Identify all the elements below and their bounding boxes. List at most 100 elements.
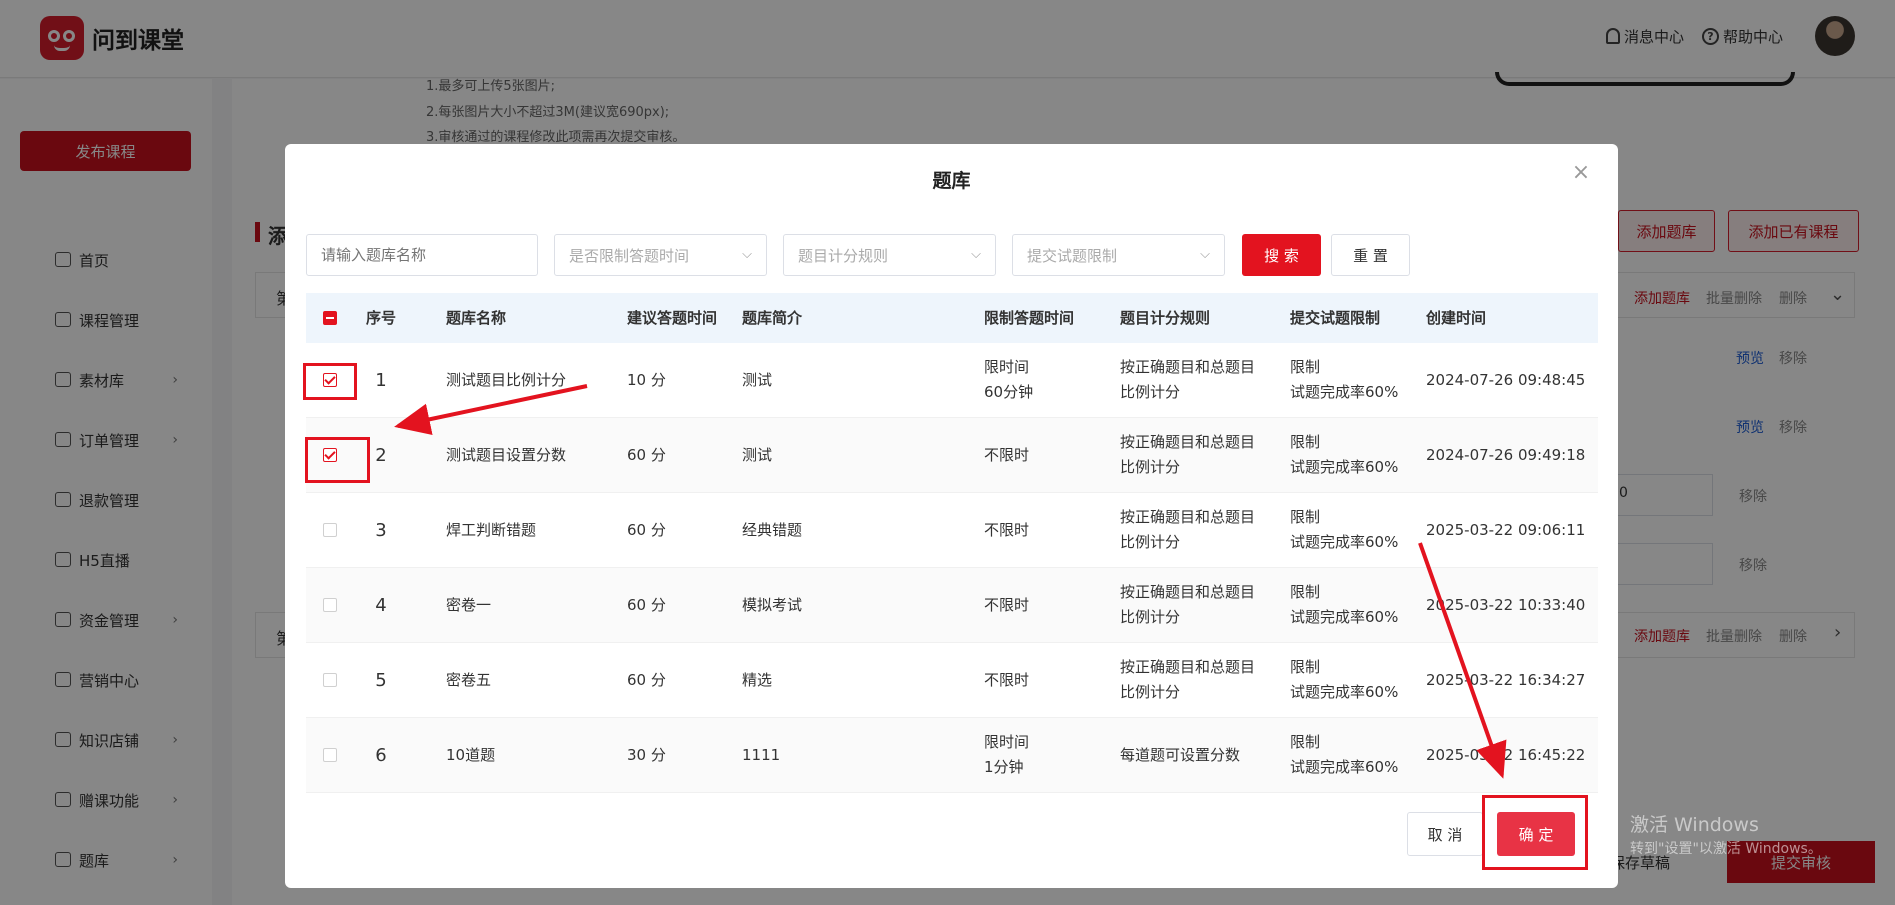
submit-limit-line: 限制 <box>1290 508 1321 526</box>
close-icon[interactable]: × <box>1570 162 1592 184</box>
score-rule-line: 按正确题目和总题目 <box>1120 583 1256 601</box>
score-rule-line: 按正确题目和总题目 <box>1120 433 1256 451</box>
table-row[interactable]: 5 密卷五 60 分精选 不限时 按正确题目和总题目 比例计分 限制 试题完成率60% 2025… <box>306 643 1598 718</box>
suggested-time: 60 分 <box>627 445 666 464</box>
row-index: 1 <box>375 369 387 391</box>
column-header: 题库名称 <box>446 308 507 327</box>
search-button[interactable]: 搜 索 <box>1242 234 1321 276</box>
limit-time-line: 不限时 <box>984 520 1030 539</box>
row-index: 3 <box>375 519 387 541</box>
submit-limit-line: 试题完成率60% <box>1290 458 1399 476</box>
limit-time-line: 60分钟 <box>984 383 1034 401</box>
score-rule-line: 比例计分 <box>1120 683 1181 701</box>
bank-name: 测试题目比例计分 <box>446 370 567 389</box>
cancel-button[interactable]: 取 消 <box>1407 812 1483 856</box>
limit-time-cell: 不限时 <box>984 643 1104 717</box>
submit-limit-select-label: 提交试题限制 <box>1027 246 1118 265</box>
created-time: 2024-07-26 09:49:18 <box>1426 445 1586 464</box>
score-rule-line: 每道题可设置分数 <box>1120 745 1241 764</box>
reset-button[interactable]: 重 置 <box>1331 234 1410 276</box>
limit-time-line: 不限时 <box>984 445 1030 464</box>
score-rule-line: 比例计分 <box>1120 608 1181 626</box>
windows-watermark: 激活 Windows <box>1630 814 1759 836</box>
chevron-down-icon: ⌵ <box>1200 247 1210 262</box>
submit-limit-line: 试题完成率60% <box>1290 383 1399 401</box>
submit-limit-select[interactable]: 提交试题限制 ⌵ <box>1012 234 1225 276</box>
table-header: 序号 题库名称 建议答题时间 题库简介 限制答题时间 题目计分规则 提交试题限制… <box>306 293 1598 343</box>
submit-limit-cell: 限制 试题完成率60% <box>1290 418 1420 492</box>
bank-intro: 经典错题 <box>742 520 803 539</box>
created-time: 2025-03-22 16:34:27 <box>1426 670 1586 689</box>
score-rule-select-label: 题目计分规则 <box>798 246 889 265</box>
created-time: 2025-03-22 10:33:40 <box>1426 595 1586 614</box>
limit-time-line: 限时间 <box>984 358 1030 376</box>
score-rule-cell: 按正确题目和总题目 比例计分 <box>1120 643 1280 717</box>
select-all-checkbox[interactable] <box>323 311 337 325</box>
created-time: 2025-03-22 09:06:11 <box>1426 520 1586 539</box>
score-rule-line: 比例计分 <box>1120 533 1181 551</box>
score-rule-line: 比例计分 <box>1120 458 1181 476</box>
submit-limit-line: 试题完成率60% <box>1290 533 1399 551</box>
highlight-box-confirm <box>1482 795 1588 870</box>
highlight-box-row-1-checkbox <box>303 363 357 400</box>
limit-time-line: 不限时 <box>984 670 1030 689</box>
bank-intro: 1111 <box>742 745 781 764</box>
table-row[interactable]: 6 10道题 30 分 1111 限时间 1分钟 每道题可设置分数 限制 试题完成率60% 202… <box>306 718 1598 793</box>
limit-time-cell: 不限时 <box>984 568 1104 642</box>
limit-time-line: 限时间 <box>984 733 1030 751</box>
table-row[interactable]: 2 测试题目设置分数 60 分 测试 不限时 按正确题目和总题目 比例计分 限制 试题完成率60… <box>306 418 1598 493</box>
submit-limit-cell: 限制 试题完成率60% <box>1290 718 1420 792</box>
table-row[interactable]: 4 密卷一 60 分模拟考试 不限时 按正确题目和总题目 比例计分 限制 试题完成率60% 20… <box>306 568 1598 643</box>
column-header: 提交试题限制 <box>1290 308 1381 327</box>
limit-time-cell: 限时间 60分钟 <box>984 343 1104 417</box>
question-bank-table: 序号 题库名称 建议答题时间 题库简介 限制答题时间 题目计分规则 提交试题限制… <box>306 293 1598 793</box>
column-header: 创建时间 <box>1426 308 1487 327</box>
suggested-time: 60 分 <box>627 520 666 539</box>
bank-name: 10道题 <box>446 745 496 764</box>
submit-limit-line: 试题完成率60% <box>1290 683 1399 701</box>
row-checkbox[interactable] <box>323 598 337 612</box>
highlight-box-row-2-checkbox <box>305 437 370 483</box>
submit-limit-cell: 限制 试题完成率60% <box>1290 568 1420 642</box>
submit-limit-line: 限制 <box>1290 358 1321 376</box>
created-time: 2025-03-22 16:45:22 <box>1426 745 1586 764</box>
row-checkbox[interactable] <box>323 748 337 762</box>
table-row[interactable]: 3 焊工判断错题 60 分 经典错题 不限时 按正确题目和总题目 比例计分 限制试题完成率60… <box>306 493 1598 568</box>
score-rule-line: 按正确题目和总题目 <box>1120 358 1256 376</box>
limit-time-select-label: 是否限制答题时间 <box>569 246 690 265</box>
column-header: 限制答题时间 <box>984 308 1075 327</box>
chevron-down-icon: ⌵ <box>971 247 981 262</box>
row-index: 6 <box>375 744 387 766</box>
submit-limit-line: 限制 <box>1290 733 1321 751</box>
column-header: 序号 <box>366 308 397 327</box>
table-row[interactable]: 1 测试题目比例计分 10 分测试 限时间 60分钟 按正确题目和总题目 比例计分 限制 试题完… <box>306 343 1598 418</box>
submit-limit-cell: 限制试题完成率60% <box>1290 343 1420 417</box>
row-checkbox[interactable] <box>323 523 337 537</box>
limit-time-cell: 不限时 <box>984 493 1104 567</box>
submit-limit-line: 试题完成率60% <box>1290 608 1399 626</box>
bank-name: 密卷一 <box>446 595 492 614</box>
submit-limit-cell: 限制 试题完成率60% <box>1290 643 1420 717</box>
bank-name: 密卷五 <box>446 670 492 689</box>
dialog-title: 题库 <box>932 170 971 192</box>
bank-name: 焊工判断错题 <box>446 520 537 539</box>
bank-name: 测试题目设置分数 <box>446 445 567 464</box>
score-rule-cell: 每道题可设置分数 <box>1120 718 1280 792</box>
limit-time-select[interactable]: 是否限制答题时间 ⌵ <box>554 234 767 276</box>
bank-intro: 测试 <box>742 445 773 464</box>
bank-name-search-input[interactable] <box>306 234 538 276</box>
column-header: 建议答题时间 <box>627 308 718 327</box>
row-index: 4 <box>375 594 387 616</box>
created-time: 2024-07-26 09:48:45 <box>1426 370 1586 389</box>
row-checkbox[interactable] <box>323 673 337 687</box>
score-rule-line: 按正确题目和总题目 <box>1120 508 1256 526</box>
row-index: 2 <box>375 444 387 466</box>
score-rule-line: 按正确题目和总题目 <box>1120 658 1256 676</box>
limit-time-cell: 限时间 1分钟 <box>984 718 1104 792</box>
score-rule-cell: 按正确题目和总题目 比例计分 <box>1120 568 1280 642</box>
suggested-time: 60 分 <box>627 595 666 614</box>
score-rule-select[interactable]: 题目计分规则 ⌵ <box>783 234 996 276</box>
bank-intro: 测试 <box>742 370 773 389</box>
bank-intro: 精选 <box>742 670 773 689</box>
table-body: 1 测试题目比例计分 10 分测试 限时间 60分钟 按正确题目和总题目 比例计分 限制 试题完… <box>306 343 1598 793</box>
